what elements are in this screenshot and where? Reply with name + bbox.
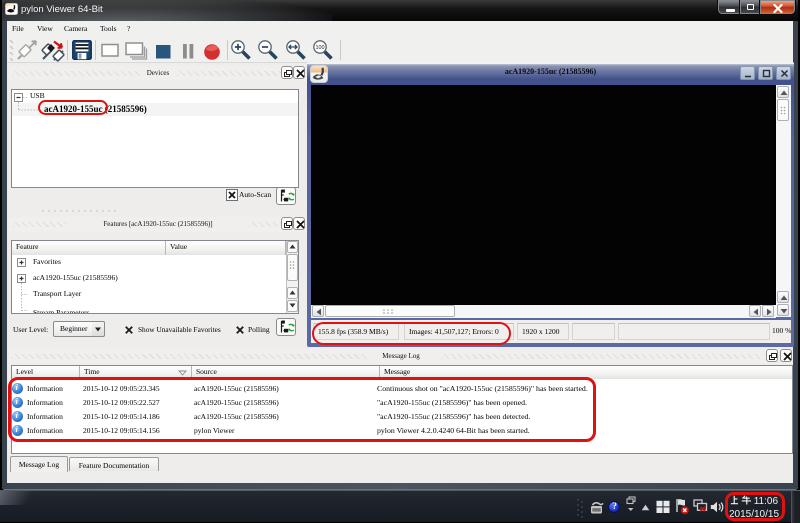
svg-text:100: 100 <box>316 45 325 51</box>
